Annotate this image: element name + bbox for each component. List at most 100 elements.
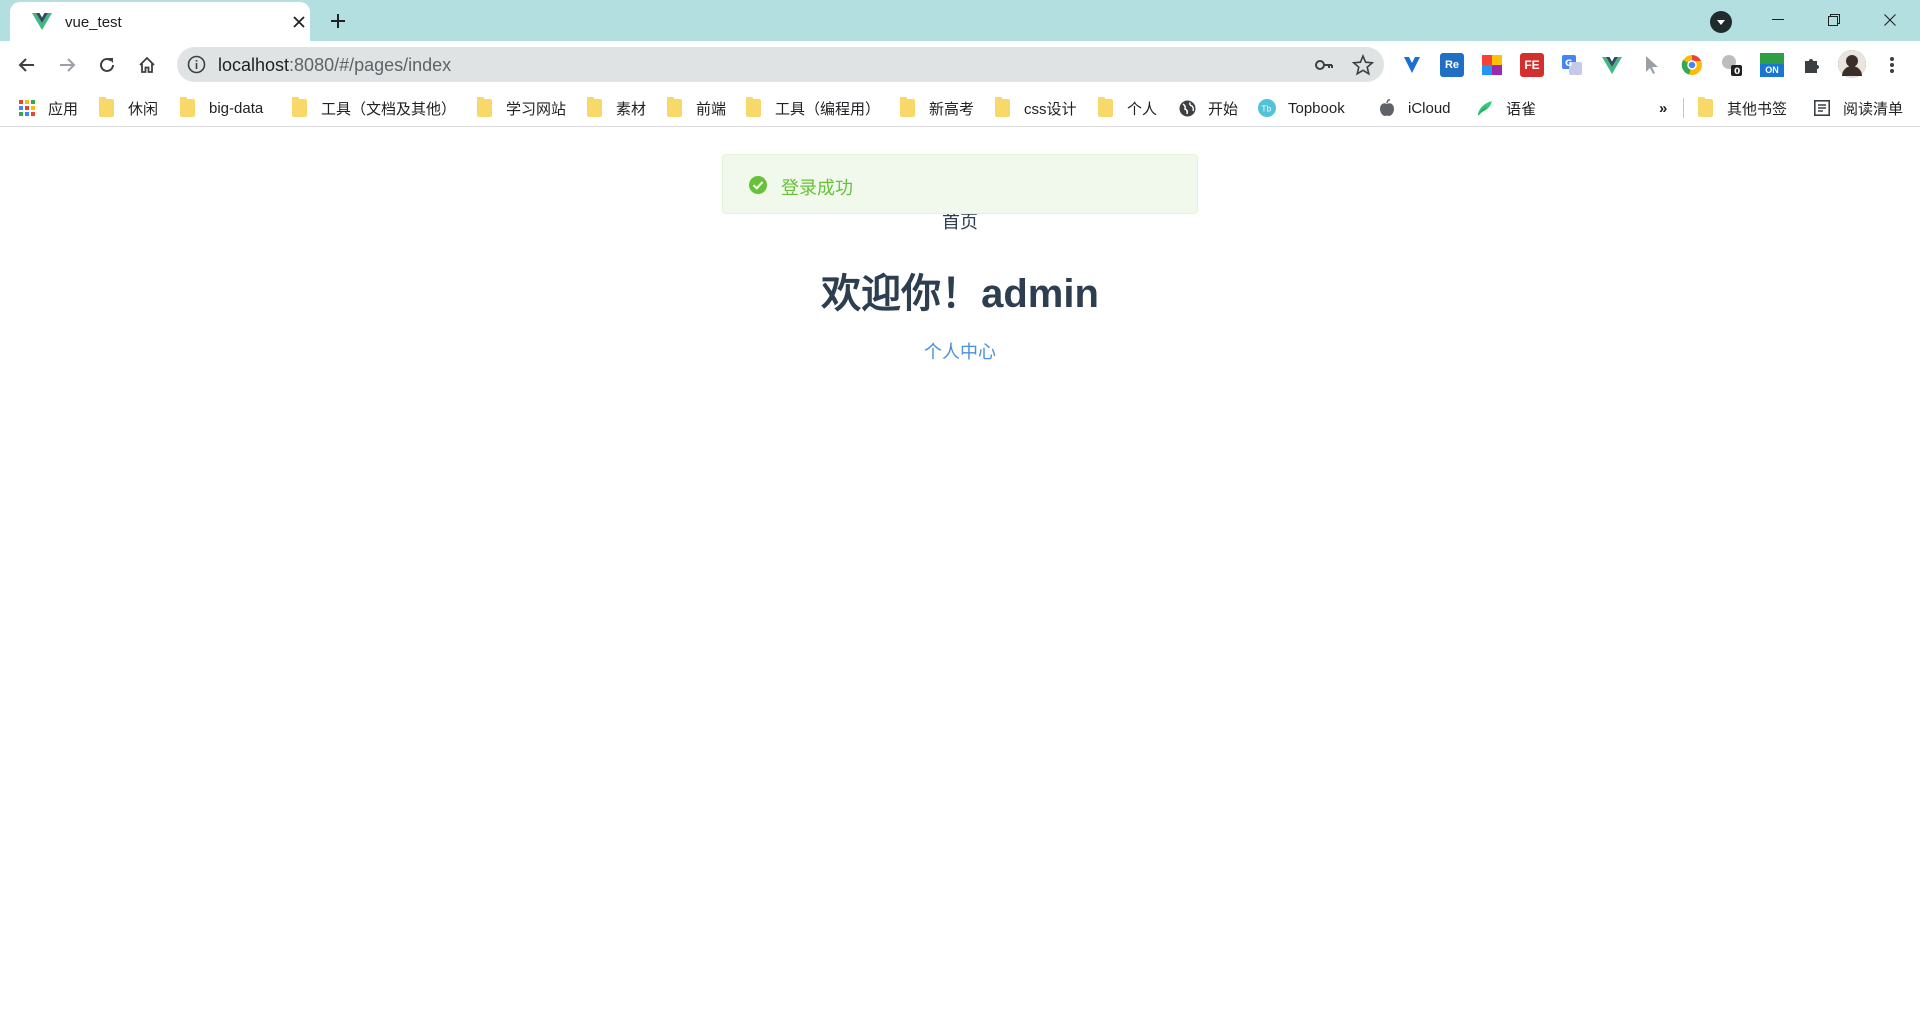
folder-icon (292, 97, 307, 117)
key-icon[interactable] (1314, 55, 1334, 75)
topbook-icon: Tb (1258, 99, 1276, 117)
bookmark-star-icon[interactable] (1352, 54, 1374, 76)
bookmark-folder[interactable]: 工具（文档及其他） (292, 96, 456, 120)
ghost-extension-icon[interactable]: 0 (1720, 53, 1744, 77)
bookmarks-bar: 应用 休闲 big-data 工具（文档及其他） 学习网站 素材 前端 工具（编… (0, 89, 1920, 127)
bookmark-folder[interactable]: 素材 (587, 96, 646, 120)
profile-avatar[interactable] (1838, 50, 1866, 78)
bookmark-label: 前端 (696, 100, 727, 118)
bookmark-label: Topbook (1288, 99, 1345, 117)
success-toast: 登录成功 (722, 154, 1198, 214)
url-text[interactable]: localhost:8080/#/pages/index (218, 55, 451, 76)
toast-message: 登录成功 (781, 178, 853, 198)
chrome-extension-icon[interactable] (1680, 53, 1704, 77)
vue-logo-icon (32, 13, 52, 30)
folder-icon (1698, 97, 1713, 117)
cursor-extension-icon[interactable] (1640, 53, 1664, 77)
menu-kebab-icon[interactable] (1880, 53, 1904, 77)
bookmark-label: 开始 (1208, 100, 1239, 118)
address-bar[interactable]: localhost:8080/#/pages/index (177, 47, 1384, 82)
bookmark-folder[interactable]: big-data (180, 96, 263, 120)
bookmark-link[interactable]: Tb Topbook (1258, 96, 1345, 120)
bookmarks-overflow-button[interactable]: » (1659, 96, 1667, 120)
bookmark-apps[interactable]: 应用 (18, 96, 78, 120)
folder-icon (995, 97, 1010, 117)
bookmark-link[interactable]: 开始 (1178, 96, 1238, 120)
translate-extension-icon[interactable]: G (1560, 53, 1584, 77)
vue-devtools-icon[interactable] (1600, 53, 1624, 77)
bookmark-label: 工具（编程用） (775, 100, 881, 118)
folder-icon (900, 97, 915, 117)
tab-title: vue_test (65, 14, 122, 31)
bookmark-folder[interactable]: css设计 (995, 96, 1077, 120)
personal-center-label[interactable]: 个人中心 (924, 342, 996, 362)
apps-grid-icon (18, 99, 36, 117)
tab-strip: vue_test (0, 0, 1920, 41)
other-bookmarks-folder[interactable]: 其他书签 (1698, 96, 1787, 120)
welcome-heading: 欢迎你！admin (821, 272, 1099, 316)
folder-icon (180, 97, 195, 117)
site-info-icon[interactable] (187, 55, 206, 74)
folder-icon (667, 97, 682, 117)
restore-button[interactable] (1806, 0, 1862, 40)
bookmark-label: 语雀 (1506, 100, 1537, 118)
fe-extension-icon[interactable]: FE (1520, 53, 1544, 77)
vercel-extension-icon[interactable] (1400, 53, 1424, 77)
svg-text:Tb: Tb (1261, 105, 1272, 114)
bookmark-label: css设计 (1024, 100, 1077, 118)
re-extension-icon[interactable]: Re (1440, 53, 1464, 77)
close-tab-icon[interactable] (288, 11, 310, 33)
bookmark-link[interactable]: iCloud (1378, 96, 1451, 120)
svg-text:G: G (1565, 59, 1572, 69)
apple-icon (1378, 99, 1396, 117)
bookmark-label: big-data (209, 99, 264, 117)
tab-search-icon[interactable] (1710, 11, 1732, 33)
bookmark-folder[interactable]: 休闲 (99, 96, 158, 120)
url-host: localhost (218, 55, 290, 75)
back-button[interactable] (11, 49, 43, 81)
reading-list-icon (1813, 99, 1831, 117)
bookmark-label: 素材 (616, 100, 647, 118)
folder-icon (99, 97, 114, 117)
color-extension-icon[interactable] (1480, 53, 1504, 77)
yuque-icon (1476, 99, 1494, 117)
reload-button[interactable] (91, 49, 123, 81)
close-window-button[interactable] (1862, 0, 1918, 40)
folder-icon (1098, 97, 1113, 117)
bookmark-label: 学习网站 (506, 100, 567, 118)
personal-center-link[interactable]: 个人中心 (0, 338, 1920, 364)
folder-icon (477, 97, 492, 117)
bookmark-label: 应用 (48, 100, 79, 118)
reading-list-button[interactable]: 阅读清单 (1813, 96, 1903, 120)
svg-text:0: 0 (1734, 67, 1740, 77)
bookmark-label: 新高考 (929, 100, 975, 118)
bookmark-label: 休闲 (128, 100, 159, 118)
bookmark-folder[interactable]: 个人 (1098, 96, 1157, 120)
browser-toolbar: localhost:8080/#/pages/index Re FE G 0 O… (0, 41, 1920, 89)
bookmark-label: 个人 (1127, 100, 1158, 118)
bookmark-divider (1683, 98, 1684, 118)
on-extension-icon[interactable]: ON (1760, 53, 1784, 77)
bookmark-folder[interactable]: 前端 (667, 96, 726, 120)
bookmark-label: iCloud (1408, 99, 1451, 117)
bookmark-folder[interactable]: 工具（编程用） (746, 96, 880, 120)
forward-button[interactable] (51, 49, 83, 81)
success-check-icon (749, 176, 767, 194)
url-path: :8080/#/pages/index (289, 55, 452, 75)
new-tab-button[interactable] (325, 8, 351, 34)
extensions-puzzle-icon[interactable] (1800, 53, 1824, 77)
bookmark-link[interactable]: 语雀 (1476, 96, 1536, 120)
home-button[interactable] (131, 49, 163, 81)
overflow-chevron: » (1659, 99, 1668, 117)
bookmark-label: 工具（文档及其他） (321, 100, 457, 118)
bookmark-folder[interactable]: 学习网站 (477, 96, 566, 120)
bookmark-folder[interactable]: 新高考 (900, 96, 974, 120)
minimize-button[interactable] (1750, 0, 1806, 40)
browser-tab[interactable]: vue_test (10, 2, 310, 41)
page-content: 首页 欢迎你！admin 个人中心 登录成功 (0, 128, 1920, 1030)
globe-icon (1178, 99, 1196, 117)
bookmark-label: 阅读清单 (1843, 100, 1904, 118)
folder-icon (746, 97, 761, 117)
bookmark-label: 其他书签 (1727, 100, 1788, 118)
folder-icon (587, 97, 602, 117)
